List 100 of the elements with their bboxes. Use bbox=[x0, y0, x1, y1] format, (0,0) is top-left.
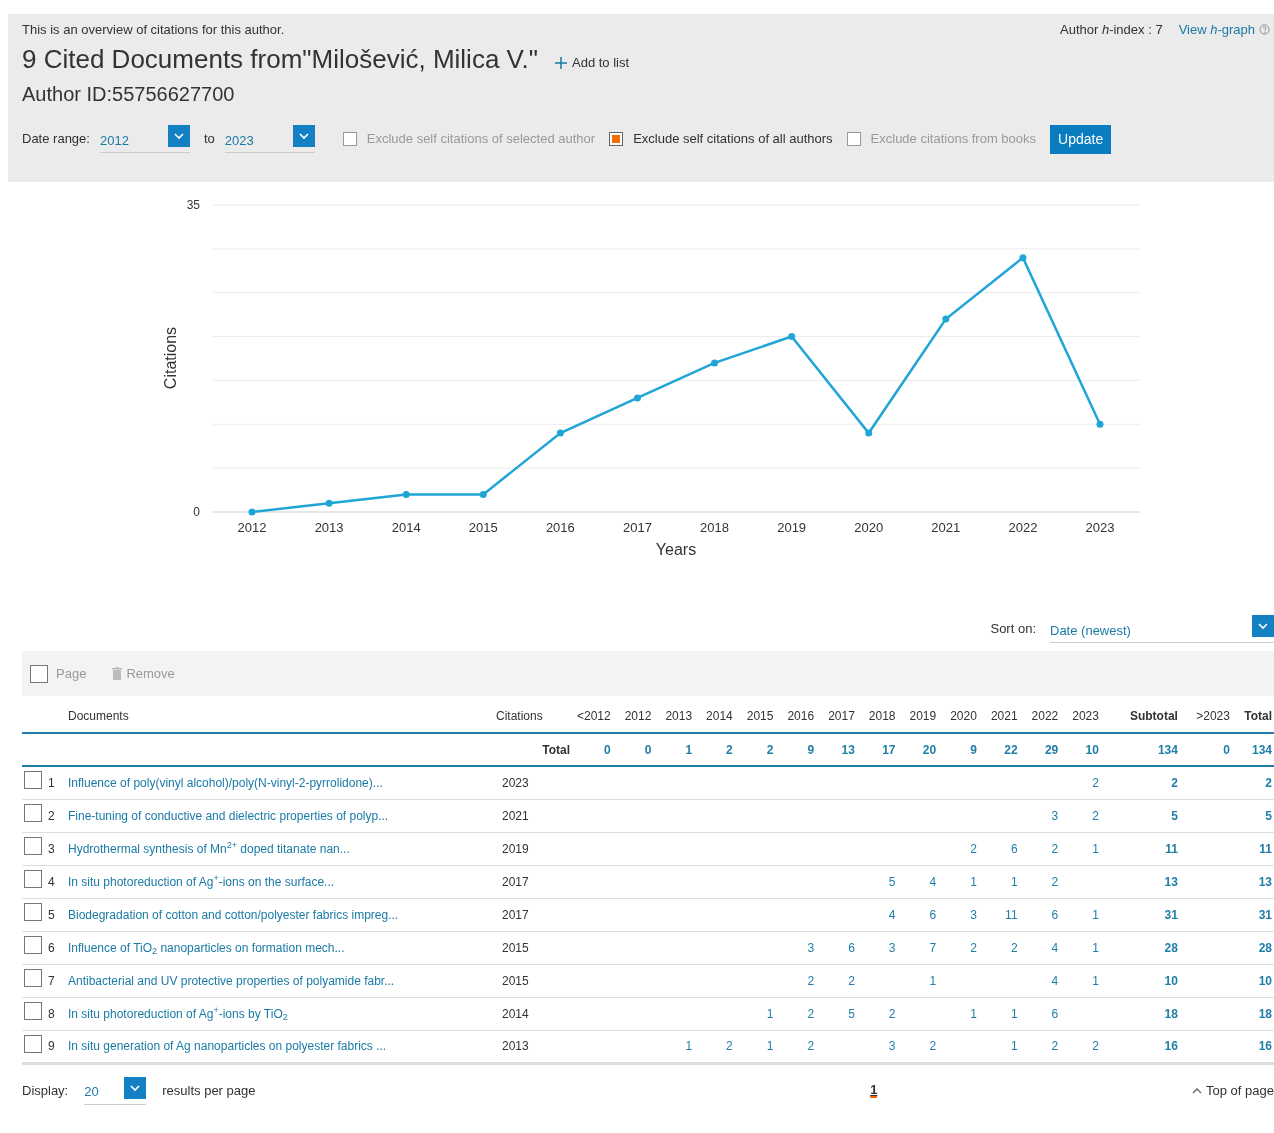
table-cell: 17 bbox=[882, 742, 896, 757]
table-cell: 2 bbox=[807, 1039, 815, 1053]
table-cell: 2017 bbox=[502, 907, 529, 922]
table-cell: 0 bbox=[604, 742, 611, 757]
sort-select[interactable]: Date (newest) bbox=[1050, 615, 1274, 643]
table-cell: 2 bbox=[807, 973, 815, 988]
document-link[interactable]: In situ photoreduction of Ag$^{+}$-ions on the surface... bbox=[68, 874, 335, 889]
table-cell: 1 bbox=[1010, 1006, 1018, 1021]
table-cell: 11 bbox=[1165, 841, 1178, 856]
checkbox[interactable] bbox=[846, 132, 861, 147]
table-cell: 2 bbox=[970, 940, 977, 955]
data-point bbox=[248, 508, 256, 516]
checkbox[interactable] bbox=[342, 132, 357, 147]
table-cell: 29 bbox=[1044, 742, 1059, 757]
table-cell: 2014 bbox=[502, 1006, 529, 1021]
data-point bbox=[865, 429, 873, 437]
table-cell: 1 bbox=[1092, 907, 1099, 922]
axis-tick-label: 2014 bbox=[391, 520, 421, 535]
column-header: 2019 bbox=[909, 709, 937, 723]
table-cell: 1 bbox=[929, 973, 937, 988]
column-header: 2022 bbox=[1031, 709, 1059, 723]
document-link[interactable]: Influence of poly(vinyl alcohol)/poly(N-vinyl-2-pyrrolidone)... bbox=[68, 775, 383, 790]
data-point bbox=[402, 490, 410, 498]
row-number: 8 bbox=[48, 1006, 55, 1021]
table-cell: 13 bbox=[1164, 874, 1178, 889]
axis-tick-label: 2017 bbox=[623, 520, 652, 535]
page-title: 9 Cited Documents from"Milošević, Milica V." bbox=[22, 43, 538, 75]
column-header: 2013 bbox=[665, 709, 693, 723]
checkbox[interactable] bbox=[24, 903, 42, 921]
table-cell: 6 bbox=[848, 940, 855, 955]
axis-tick-label: 2013 bbox=[314, 520, 344, 535]
table-cell: 2 bbox=[888, 1006, 896, 1021]
table-cell: 6 bbox=[929, 907, 937, 922]
checkbox[interactable] bbox=[24, 1034, 42, 1053]
document-link[interactable]: In situ photoreduction of Ag$^{+}$-ions by TiO$_{2}$ bbox=[68, 1006, 288, 1021]
document-link[interactable]: Fine-tuning of conductive and dielectric properties of polyp... bbox=[68, 808, 389, 823]
add-to-list-link[interactable]: Add to list bbox=[554, 53, 630, 73]
checkbox[interactable] bbox=[24, 936, 42, 954]
update-button[interactable]: Update bbox=[1050, 124, 1112, 154]
checkbox[interactable] bbox=[24, 837, 42, 855]
axis-tick-label: 2015 bbox=[468, 520, 498, 535]
author-id: Author ID:55756627700 bbox=[22, 81, 236, 107]
top-of-page-link[interactable]: Top of page bbox=[1192, 1080, 1274, 1101]
table-cell: 7 bbox=[929, 940, 937, 955]
table-cell: 10 bbox=[1258, 973, 1272, 988]
table-cell: 2 bbox=[1092, 808, 1099, 823]
document-link[interactable]: Antibacterial and UV protective properties of polyamide fabr... bbox=[68, 973, 395, 988]
checkbox[interactable] bbox=[24, 969, 42, 987]
table-cell: 31 bbox=[1258, 907, 1272, 922]
checkbox[interactable] bbox=[24, 804, 42, 822]
table-cell: 2017 bbox=[502, 874, 529, 889]
table-cell: 1 bbox=[1092, 973, 1099, 988]
data-point bbox=[556, 429, 564, 437]
table-cell: 2013 bbox=[502, 1039, 529, 1053]
axis-tick-label: 2022 bbox=[1008, 520, 1038, 535]
table-cell: 1 bbox=[1010, 874, 1018, 889]
table-cell: 2 bbox=[848, 973, 855, 988]
checkbox[interactable] bbox=[24, 771, 42, 790]
display-label: Display: bbox=[22, 1081, 69, 1100]
document-link[interactable]: Hydrothermal synthesis of Mn$^{2+}$ doped titanate nan... bbox=[68, 841, 350, 856]
sort-label: Sort on: bbox=[990, 620, 1036, 639]
document-link[interactable]: In situ generation of Ag nanoparticles on polyester fabrics ... bbox=[68, 1039, 387, 1053]
axis-tick-label: 2012 bbox=[237, 520, 267, 535]
checkbox-label: Page bbox=[56, 664, 87, 683]
table-cell: 9 bbox=[807, 742, 815, 757]
checkbox[interactable] bbox=[24, 1002, 42, 1020]
total-label: Total bbox=[542, 742, 570, 757]
table-cell: 4 bbox=[1051, 940, 1059, 955]
row-number: 5 bbox=[48, 907, 55, 922]
column-header: <2012 bbox=[577, 709, 611, 723]
table-cell: 18 bbox=[1164, 1006, 1178, 1021]
data-point bbox=[1096, 420, 1104, 428]
table-cell: 4 bbox=[1051, 973, 1059, 988]
table-cell: 3 bbox=[1051, 808, 1059, 823]
year-select[interactable]: 2023 bbox=[224, 125, 315, 154]
checkbox[interactable] bbox=[30, 664, 48, 683]
table-cell: 2021 bbox=[502, 808, 529, 823]
document-link[interactable]: Influence of TiO$_{2}$ nanoparticles on formation mech... bbox=[68, 940, 345, 955]
page-link[interactable]: 1 bbox=[870, 1083, 878, 1098]
table-cell: 3 bbox=[970, 907, 977, 922]
checkbox[interactable] bbox=[24, 870, 42, 888]
checkbox[interactable] bbox=[609, 132, 624, 147]
h-graph-link[interactable]: View h-graph bbox=[1178, 20, 1270, 40]
column-header: 2014 bbox=[706, 709, 733, 723]
h-index-text: Author h-index : 7 bbox=[1060, 21, 1163, 39]
table-cell: 2 bbox=[970, 841, 977, 856]
row-number: 6 bbox=[48, 940, 55, 955]
table-cell: 4 bbox=[888, 907, 896, 922]
per-page-select[interactable]: 20 bbox=[84, 1076, 147, 1105]
table-cell: 1 bbox=[766, 1006, 774, 1021]
year-select[interactable]: 2012 bbox=[99, 125, 190, 154]
checkbox-label: Exclude self citations of all authors bbox=[633, 130, 833, 149]
remove-button[interactable]: Remove bbox=[112, 663, 175, 684]
document-link[interactable]: Biodegradation of cotton and cotton/polyester fabrics impreg... bbox=[68, 907, 399, 922]
column-header: Citations bbox=[496, 709, 543, 723]
table-cell: 5 bbox=[1265, 808, 1272, 823]
row-number: 3 bbox=[48, 841, 55, 856]
table-cell: 22 bbox=[1004, 742, 1018, 757]
column-header: 2016 bbox=[787, 709, 815, 723]
date-range-label: Date range: bbox=[22, 130, 90, 149]
